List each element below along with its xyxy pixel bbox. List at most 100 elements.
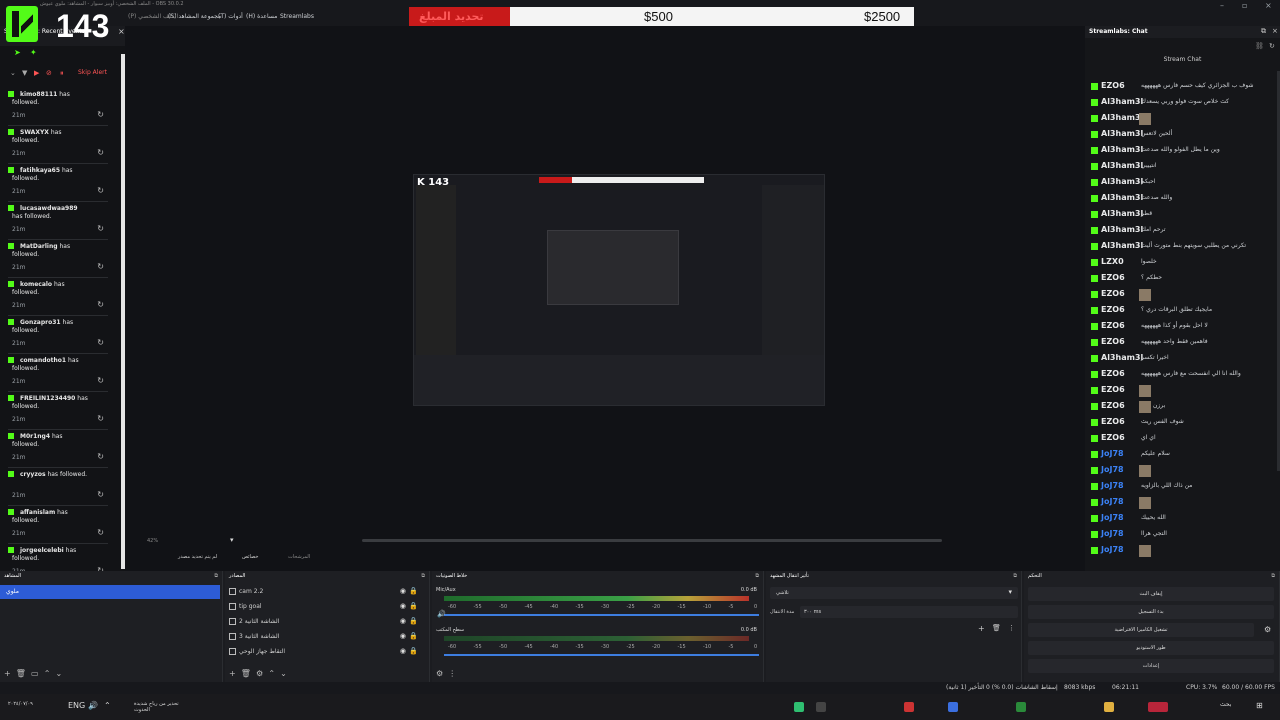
source-item[interactable]: tip goal ◉ 🔒 — [225, 600, 420, 615]
preview-canvas[interactable]: K 143 — [130, 26, 1075, 546]
filter-icon[interactable]: ▼ — [22, 69, 27, 77]
browser-icon[interactable] — [948, 702, 958, 712]
lock-icon[interactable]: 🔒 — [409, 647, 418, 655]
chat-username[interactable]: EZO6 — [1101, 321, 1125, 330]
settings-icon[interactable]: ⚙ — [436, 669, 443, 678]
chevron-down-icon[interactable]: ⌄ — [280, 669, 287, 678]
replay-icon[interactable]: ↻ — [97, 376, 104, 385]
chat-username[interactable]: Al3ham3l — [1101, 209, 1143, 218]
filters-button[interactable]: المرشحات — [288, 554, 310, 560]
studio-mode-button[interactable]: طور الاستوديو — [1028, 641, 1274, 655]
replay-icon[interactable]: ↻ — [97, 528, 104, 537]
chevron-up-icon[interactable]: ⌃ — [268, 669, 275, 678]
chat-username[interactable]: JoJ78 — [1101, 481, 1124, 490]
chat-username[interactable]: Al3ham3l — [1101, 97, 1143, 106]
transition-select[interactable]: تلاشي ▾ — [770, 587, 1018, 599]
minimize-button[interactable]: – — [1220, 1, 1224, 10]
chat-username[interactable]: JoJ78 — [1101, 449, 1124, 458]
chat-username[interactable]: JoJ78 — [1101, 545, 1124, 554]
duration-field[interactable]: ٣٠٠ ms — [800, 606, 1018, 618]
visibility-eye-icon[interactable]: ◉ — [400, 602, 406, 610]
filter-icon[interactable]: ▭ — [31, 669, 39, 678]
zoom-dropdown-icon[interactable]: ▾ — [230, 536, 234, 544]
lock-icon[interactable]: 🔒 — [409, 617, 418, 625]
replay-icon[interactable]: ↻ — [97, 262, 104, 271]
chat-username[interactable]: JoJ78 — [1101, 497, 1124, 506]
chat-username[interactable]: Al3ham3l — [1101, 241, 1143, 250]
replay-icon[interactable]: ↻ — [97, 186, 104, 195]
remove-icon[interactable]: 🗑 — [992, 624, 1001, 632]
lock-icon[interactable]: 🔒 — [409, 632, 418, 640]
visibility-eye-icon[interactable]: ◉ — [400, 587, 406, 595]
settings-button[interactable]: إعدادات — [1028, 659, 1274, 673]
obs-icon[interactable] — [816, 702, 826, 712]
chat-username[interactable]: JoJ78 — [1101, 529, 1124, 538]
skip-alert-button[interactable]: Skip Alert — [78, 69, 107, 76]
chat-username[interactable]: EZO6 — [1101, 433, 1125, 442]
chat-username[interactable]: EZO6 — [1101, 289, 1125, 298]
replay-icon[interactable]: ↻ — [97, 414, 104, 423]
virtual-camera-button[interactable]: تشغيل الكاميرا الافتراضية — [1028, 623, 1254, 637]
app-icon[interactable] — [794, 702, 804, 712]
chevron-up-icon[interactable]: ⌃ — [104, 701, 111, 710]
chat-username[interactable]: EZO6 — [1101, 369, 1125, 378]
pause-icon[interactable]: ⏸ — [60, 69, 64, 78]
menu-profile[interactable]: (P) الملف الشخصي — [128, 13, 178, 20]
replay-icon[interactable]: ↻ — [97, 300, 104, 309]
volume-slider[interactable] — [444, 614, 759, 616]
source-item[interactable]: cam 2.2 ◉ 🔒 — [225, 585, 420, 600]
source-item[interactable]: الشاشة الثانية 3 ◉ 🔒 — [225, 630, 420, 645]
replay-icon[interactable]: ↻ — [97, 338, 104, 347]
chat-username[interactable]: EZO6 — [1101, 401, 1125, 410]
menu-streamlabs[interactable]: Streamlabs — [280, 13, 314, 20]
chat-username[interactable]: JoJ78 — [1101, 465, 1124, 474]
chevron-down-icon[interactable]: ⌄ — [56, 669, 63, 678]
maximize-button[interactable]: ▫ — [1242, 1, 1247, 10]
chat-username[interactable]: Al3ham3l — [1101, 145, 1143, 154]
more-icon[interactable]: ⋮ — [1008, 624, 1015, 632]
dock-float-icon[interactable]: ⧉ — [755, 573, 759, 579]
replay-icon[interactable]: ↻ — [97, 490, 104, 499]
scrollbar[interactable] — [121, 54, 125, 569]
windows-start-icon[interactable]: ⊞ — [1256, 701, 1263, 710]
close-window-button[interactable]: × — [1265, 1, 1272, 10]
chat-username[interactable]: EZO6 — [1101, 273, 1125, 282]
chat-username[interactable]: JoJ78 — [1101, 513, 1124, 522]
chat-username[interactable]: EZO6 — [1101, 337, 1125, 346]
chat-username[interactable]: Al3ham3l — [1101, 193, 1143, 202]
chat-username[interactable]: EZO6 — [1101, 385, 1125, 394]
lock-icon[interactable]: 🔒 — [409, 602, 418, 610]
visibility-eye-icon[interactable]: ◉ — [400, 647, 406, 655]
chat-username[interactable]: Al3ham3l — [1101, 113, 1143, 122]
mute-icon[interactable]: ⊘ — [46, 69, 52, 77]
source-item[interactable]: التقاط جهاز الوحي ◉ 🔒 — [225, 645, 420, 660]
popout-icon[interactable]: ⧉ — [1261, 27, 1266, 36]
settings-icon[interactable]: ⚙ — [256, 669, 263, 678]
replay-icon[interactable]: ↻ — [97, 148, 104, 157]
remove-icon[interactable]: 🗑 — [16, 669, 26, 678]
replay-icon[interactable]: ↻ — [97, 452, 104, 461]
volume-icon[interactable]: 🔊 — [88, 701, 98, 710]
more-icon[interactable]: ⋮ — [448, 669, 456, 678]
chat-username[interactable]: Al3ham3l — [1101, 161, 1143, 170]
search-label[interactable]: بحث — [1220, 701, 1231, 708]
folder-icon[interactable] — [1104, 702, 1114, 712]
megaphone-icon[interactable]: ✦ — [30, 48, 37, 57]
language-indicator[interactable]: ENG — [68, 701, 85, 710]
paper-plane-icon[interactable]: ➤ — [14, 48, 21, 57]
chevron-down-icon[interactable]: ⌄ — [10, 69, 16, 77]
menu-help[interactable]: (H) مساعدة — [246, 13, 277, 20]
close-icon[interactable]: × — [1272, 27, 1278, 35]
app-icon[interactable] — [904, 702, 914, 712]
app-icon[interactable] — [1148, 702, 1168, 712]
refresh-icon[interactable]: ↻ — [1269, 42, 1275, 50]
chat-username[interactable]: EZO6 — [1101, 305, 1125, 314]
gear-icon[interactable]: ⚙ — [1264, 625, 1271, 634]
visibility-eye-icon[interactable]: ◉ — [400, 617, 406, 625]
chat-username[interactable]: LZX0 — [1101, 257, 1124, 266]
chat-username[interactable]: Al3ham3l — [1101, 129, 1143, 138]
dock-float-icon[interactable]: ⧉ — [214, 573, 218, 579]
replay-icon[interactable]: ↻ — [97, 110, 104, 119]
app-icon[interactable] — [1016, 702, 1026, 712]
horizontal-scrollbar[interactable] — [362, 539, 942, 542]
